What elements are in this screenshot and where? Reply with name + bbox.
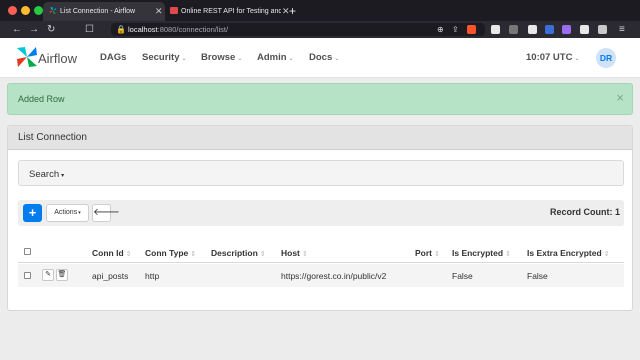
url-text[interactable]: localhost:8080/connection/list/ (128, 23, 228, 36)
menu-icon[interactable]: ≡ (619, 21, 625, 38)
column-header[interactable]: Host ⇕ (281, 248, 308, 258)
nav-admin[interactable]: Admin ⌄ (257, 52, 294, 63)
close-window-icon[interactable] (8, 6, 17, 15)
extension-icon[interactable] (580, 25, 589, 34)
arrow-left-icon: 🡐 (93, 207, 120, 218)
sort-icon: ⇕ (125, 251, 132, 258)
page-title: List Connection (18, 132, 87, 143)
browser-toolbar: ← → ↻ ☐ 🔒 localhost:8080/connection/list… (0, 21, 640, 38)
page-background (0, 318, 640, 360)
column-header[interactable]: Is Extra Encrypted ⇕ (527, 248, 610, 258)
close-tab-icon[interactable]: ✕ (155, 2, 163, 21)
sort-icon: ⇕ (301, 251, 308, 258)
cell-is-extra-encrypted: False (527, 271, 548, 281)
actions-dropdown[interactable]: Actions▾ (46, 204, 89, 222)
search-dropdown[interactable]: Search ▾ (29, 169, 64, 180)
airflow-favicon-icon (49, 7, 57, 14)
reload-icon[interactable]: ↻ (47, 21, 55, 38)
rest-api-favicon-icon (170, 7, 178, 14)
flash-message-text: Added Row (18, 94, 65, 104)
extension-icon[interactable] (562, 25, 571, 34)
back-icon[interactable]: ← (12, 21, 22, 38)
nav-docs[interactable]: Docs ⌄ (309, 52, 339, 63)
utc-clock[interactable]: 10:07 UTC ⌄ (526, 52, 580, 63)
list-connection-panel: List Connection Search ▾ + Actions▾ 🡐 Rec… (7, 125, 633, 311)
table-header: Conn Id ⇕ Conn Type ⇕ Description ⇕ Host ⇕ P… (18, 241, 624, 263)
nav-dags[interactable]: DAGs (100, 52, 126, 63)
chevron-down-icon: ⌄ (237, 56, 243, 62)
share-icon[interactable]: ⇪ (452, 23, 459, 36)
table-row: ✎ 🗑 api_posts http https://gorest.co.in/… (18, 264, 624, 287)
caret-down-icon: ▾ (61, 173, 65, 179)
column-header[interactable]: Is Encrypted ⇕ (452, 248, 511, 258)
select-all-checkbox[interactable] (24, 248, 31, 255)
sort-icon: ⇕ (190, 251, 197, 258)
chevron-down-icon: ⌄ (334, 56, 340, 62)
airflow-navbar: Airflow DAGs Security ⌄ Browse ⌄ Admin ⌄ Do… (0, 38, 640, 78)
brand-name[interactable]: Airflow (38, 51, 77, 66)
chevron-down-icon: ⌄ (181, 56, 187, 62)
column-header[interactable]: Port ⇕ (415, 248, 440, 258)
nav-security[interactable]: Security ⌄ (142, 52, 187, 63)
column-header[interactable]: Conn Type ⇕ (145, 248, 196, 258)
row-checkbox[interactable] (24, 272, 31, 279)
browser-tab-bar: List Connection - Airflow ✕ Online REST … (0, 0, 640, 21)
bookmark-icon[interactable]: ☐ (85, 21, 94, 38)
edit-icon[interactable]: ✎ (42, 269, 54, 281)
sort-icon: ⇕ (505, 251, 511, 258)
extension-icon[interactable] (509, 25, 518, 34)
panel-header: List Connection (8, 126, 632, 150)
list-toolbar: + Actions▾ 🡐 Record Count: 1 (18, 200, 624, 226)
address-bar[interactable]: 🔒 localhost:8080/connection/list/ ⊕ ⇪ (111, 23, 485, 36)
extension-icon[interactable] (545, 25, 554, 34)
sort-icon: ⇕ (259, 251, 266, 258)
cell-host: https://gorest.co.in/public/v2 (281, 271, 387, 281)
chevron-down-icon: ⌄ (574, 56, 580, 62)
brave-shield-icon[interactable] (467, 25, 476, 34)
cell-is-encrypted: False (452, 271, 473, 281)
extension-icon[interactable] (491, 25, 500, 34)
tab-label[interactable]: Online REST API for Testing and Pr (181, 2, 281, 21)
user-avatar[interactable]: DR (596, 48, 616, 68)
add-record-button[interactable]: + (23, 204, 42, 222)
sort-icon: ⇕ (603, 251, 610, 258)
sort-icon: ⇕ (434, 251, 440, 258)
minimize-window-icon[interactable] (21, 6, 30, 15)
search-bar: Search ▾ (18, 160, 624, 186)
forward-icon[interactable]: → (29, 21, 39, 38)
record-count: Record Count: 1 (549, 207, 620, 217)
caret-down-icon: ▾ (78, 210, 81, 216)
wallet-icon[interactable] (598, 25, 607, 34)
back-button[interactable]: 🡐 (92, 204, 120, 222)
cell-conn-type: http (145, 271, 160, 281)
lock-icon: 🔒 (116, 25, 126, 34)
new-tab-button[interactable]: + (289, 2, 296, 21)
tab-label[interactable]: List Connection - Airflow (60, 2, 152, 21)
extension-icon[interactable] (528, 25, 537, 34)
delete-icon[interactable]: 🗑 (56, 269, 68, 281)
column-header[interactable]: Conn Id ⇕ (92, 248, 132, 258)
zoom-window-icon[interactable] (34, 6, 43, 15)
nav-browse[interactable]: Browse ⌄ (201, 52, 242, 63)
airflow-logo-icon[interactable] (15, 45, 39, 69)
success-flash-message: Added Row × (7, 83, 633, 115)
cell-conn-id: api_posts (92, 271, 129, 281)
column-header[interactable]: Description ⇕ (211, 248, 266, 258)
close-icon[interactable]: × (616, 90, 624, 105)
chevron-down-icon: ⌄ (288, 56, 294, 62)
zoom-icon[interactable]: ⊕ (437, 23, 444, 36)
